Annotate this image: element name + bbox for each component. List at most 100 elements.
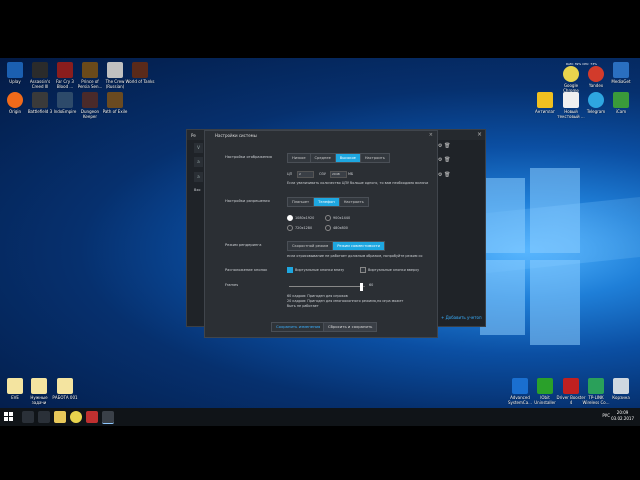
option-medium[interactable]: Среднее (310, 154, 336, 162)
origin-icon (7, 92, 23, 108)
resolution-settings-label: Настройки разрешения (225, 199, 270, 203)
option-speed-mode[interactable]: Скоростной режим (288, 242, 334, 250)
app-icon (537, 378, 553, 394)
task-view-icon[interactable] (38, 411, 50, 423)
sidebar-item[interactable]: a (194, 172, 203, 182)
start-button[interactable] (4, 412, 14, 422)
render-mode-selector: Скоростной режим Режим совместимости (287, 241, 385, 251)
option-high[interactable]: Высокое (335, 154, 361, 162)
radio-480x800[interactable]: 480x800 (325, 225, 348, 231)
letterbox-top (0, 0, 640, 58)
icam-icon (613, 92, 629, 108)
telegram-icon (588, 92, 604, 108)
sidebar-login-label: Вхо (194, 188, 201, 192)
side-settings-icons: ⚙ 🗑 (438, 172, 451, 178)
search-icon[interactable] (22, 411, 34, 423)
ozu-field[interactable]: 2048 (330, 171, 347, 178)
frames-note: 60 кадров: Пригоден для игроков (287, 294, 348, 298)
option-low[interactable]: Низкое (288, 154, 311, 162)
display-settings-label: Настройки отображения (225, 155, 272, 159)
emulator-taskbar-icon[interactable] (102, 411, 114, 424)
option-phone[interactable]: Телефон (314, 198, 340, 206)
settings-dialog: Настройки системы × Настройки отображения… (204, 130, 438, 338)
game-icon (132, 62, 148, 78)
ozu-label: ОЗУ (319, 172, 326, 176)
taskbar: РУС 20:09 03.02.2017 (0, 408, 640, 426)
dialog-title: Настройки системы × (215, 132, 433, 138)
reset-and-save-button[interactable]: Сбросить и сохранить (323, 322, 378, 332)
cpu-field[interactable]: 2 (297, 171, 314, 178)
frames-slider[interactable] (289, 283, 365, 291)
radio-icon (287, 215, 293, 221)
desktop-icon-work[interactable]: РАБОТА 001 (50, 378, 80, 400)
option-custom-res[interactable]: Настроить (339, 198, 368, 206)
render-mode-label: Режим рендеринга (225, 243, 262, 247)
game-icon (82, 62, 98, 78)
desktop-icon-icam[interactable]: iCam (606, 92, 636, 114)
resolution-type-selector: Планшет Телефон Настроить (287, 197, 369, 207)
frames-note: быть не работает (287, 304, 319, 308)
app-icon (512, 378, 528, 394)
add-user-link[interactable]: + Добавить учетоп (441, 315, 482, 320)
desktop-icon-world-of-tanks[interactable]: World of Tanks (125, 62, 155, 84)
windows-logo-wallpaper (480, 168, 580, 348)
radio-1080x1920[interactable]: 1080x1920 (287, 215, 314, 221)
save-changes-button[interactable]: Сохранить изменения (271, 322, 326, 332)
explorer-icon[interactable] (54, 411, 66, 423)
folder-icon (57, 378, 73, 394)
radio-icon (325, 225, 331, 231)
checkbox-icon (360, 267, 366, 273)
radio-icon (325, 215, 331, 221)
app-icon (563, 378, 579, 394)
option-compat-mode[interactable]: Режим совместимости (333, 242, 384, 250)
radio-icon (287, 225, 293, 231)
render-note: если отрисовывание не работает должным о… (287, 254, 423, 258)
buttons-layout-label: Расположение кнопок (225, 268, 268, 272)
app-icon[interactable] (86, 411, 98, 423)
side-settings-icons: ⚙ 🗑 (438, 143, 451, 149)
clock[interactable]: 20:09 03.02.2017 (611, 410, 634, 422)
option-custom[interactable]: Настроить (360, 154, 389, 162)
sidebar-item[interactable]: V (194, 143, 203, 153)
game-icon (57, 92, 73, 108)
display-quality-selector: Низкое Среднее Высокое Настроить (287, 153, 390, 163)
close-icon[interactable]: × (429, 132, 433, 138)
checkbox-buttons-bottom[interactable]: Виртуальные кнопки внизу (287, 267, 344, 273)
mediaget-icon (613, 62, 629, 78)
cpu-note: Если увеличивать количество ЦПУ больше о… (287, 181, 429, 185)
recycle-bin-icon (613, 378, 629, 394)
frames-slider-handle[interactable] (360, 283, 364, 291)
yandex-icon (588, 66, 604, 82)
game-icon (57, 62, 73, 78)
frames-slider-fill (289, 286, 362, 287)
desktop-icon-recycle-bin[interactable]: Корзина (606, 378, 636, 400)
chrome-icon (563, 66, 579, 82)
close-icon[interactable]: × (477, 131, 482, 138)
ozu-unit: МБ (348, 172, 354, 176)
radio-720x1280[interactable]: 720x1280 (287, 225, 312, 231)
text-file-icon (563, 92, 579, 108)
frames-label: Frames (225, 283, 239, 287)
folder-icon (7, 378, 23, 394)
chrome-icon[interactable] (70, 411, 82, 423)
game-icon (32, 92, 48, 108)
frames-note: 20 кадров: Пригоден для многооконного ре… (287, 299, 404, 303)
game-icon (107, 92, 123, 108)
game-icon (82, 92, 98, 108)
checkbox-icon (287, 267, 293, 273)
checkbox-buttons-top[interactable]: Виртуальные кнопки вверху (360, 267, 419, 273)
folder-icon (31, 378, 47, 394)
cpu-label: ЦП (287, 172, 293, 176)
sidebar-item[interactable]: a (194, 157, 203, 167)
frames-value: 60 (369, 283, 374, 287)
radio-900x1440[interactable]: 900x1440 (325, 215, 350, 221)
letterbox-bottom (0, 426, 640, 480)
app-icon (588, 378, 604, 394)
uplay-icon (7, 62, 23, 78)
language-indicator[interactable]: РУС (602, 413, 610, 418)
desktop-icon-mediaget[interactable]: MediaGet (606, 62, 636, 84)
option-tablet[interactable]: Планшет (288, 198, 315, 206)
game-icon (32, 62, 48, 78)
game-icon (107, 62, 123, 78)
desktop-icon-path-of-exile[interactable]: Path of Exile (100, 92, 130, 114)
